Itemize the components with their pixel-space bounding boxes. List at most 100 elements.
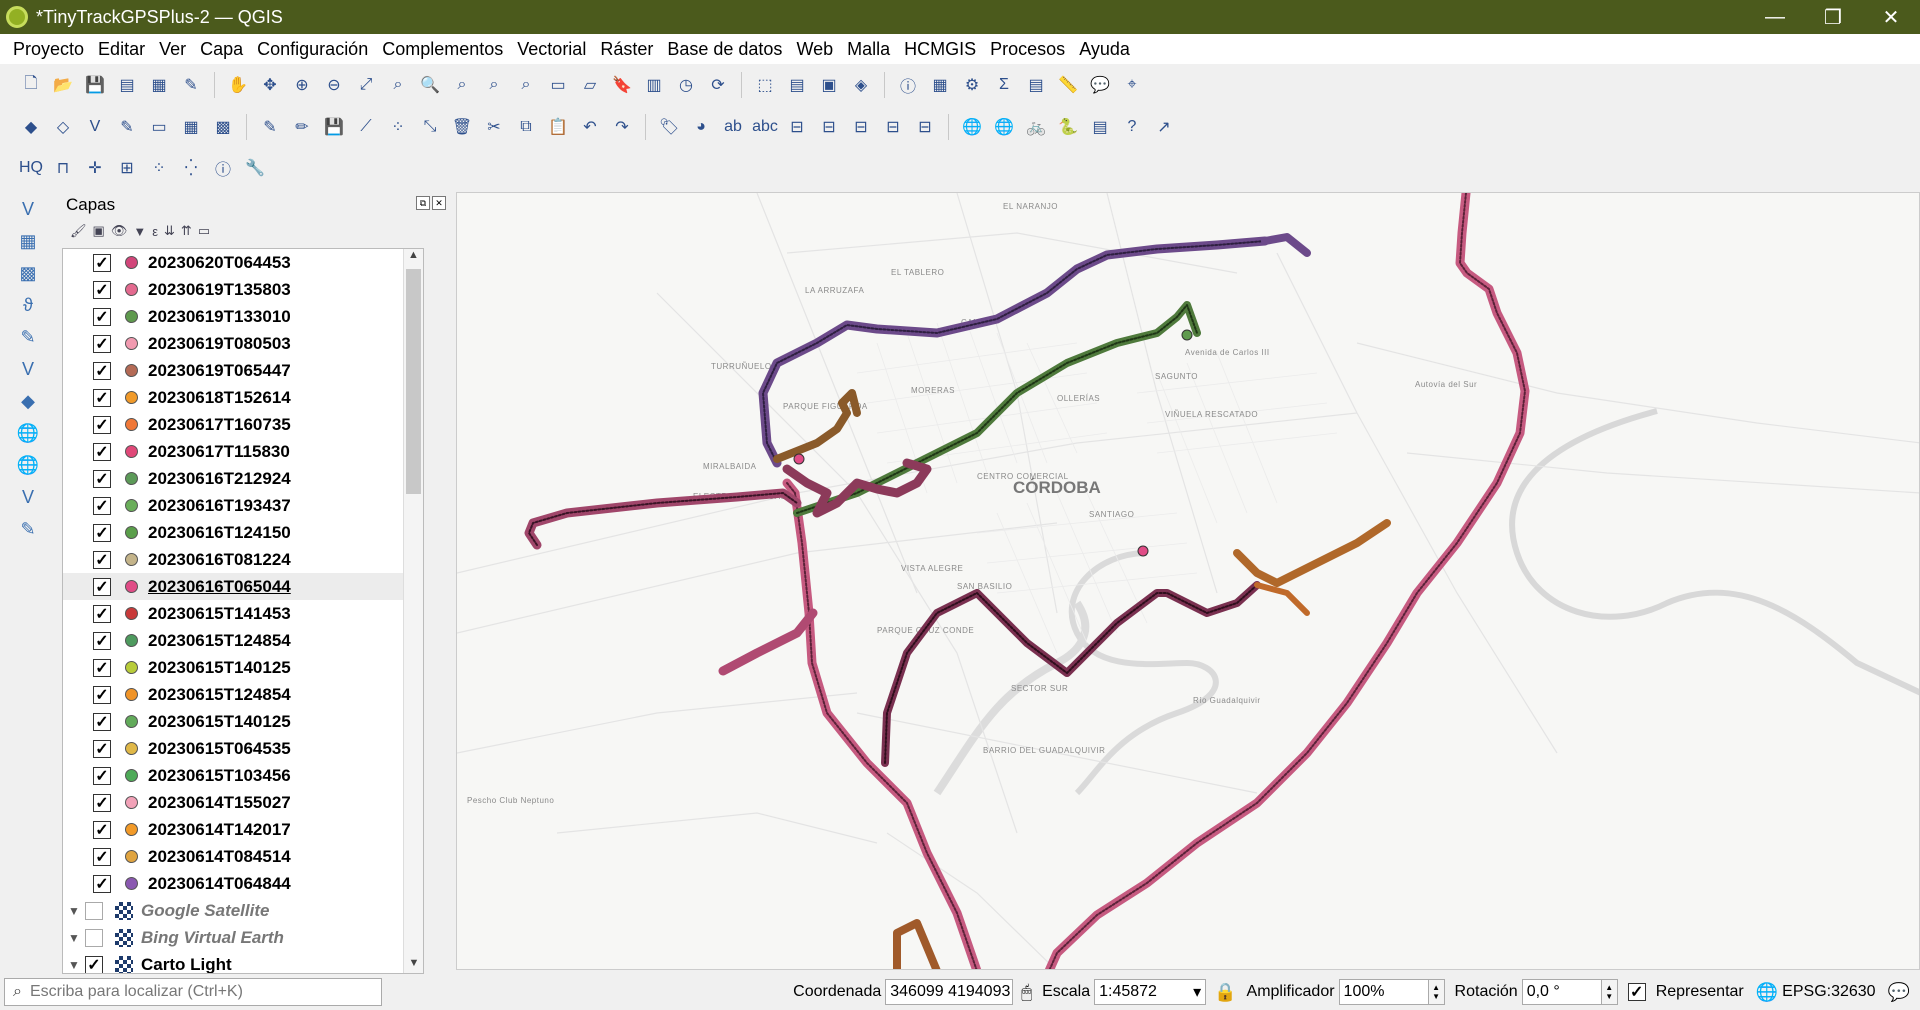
layer-visibility-checkbox[interactable]: ✓ bbox=[93, 253, 111, 272]
menu-procesos[interactable]: Procesos bbox=[983, 39, 1072, 60]
menu-raster[interactable]: Ráster bbox=[593, 39, 660, 60]
collapse-all-icon[interactable]: ⇈ bbox=[181, 223, 192, 239]
pan-to-selection-icon[interactable]: ✥ bbox=[257, 72, 283, 98]
menu-proyecto[interactable]: Proyecto bbox=[6, 39, 91, 60]
scroll-up-icon[interactable]: ▲ bbox=[404, 249, 423, 267]
toggle-labels-icon[interactable]: abc bbox=[752, 114, 778, 140]
layer-visibility-checkbox[interactable]: ✓ bbox=[93, 307, 111, 326]
annotation-icon[interactable]: ⊓ bbox=[50, 155, 76, 181]
layer-row[interactable]: ✓ 20230614T084514 bbox=[63, 843, 423, 870]
deselect-icon[interactable]: ▣ bbox=[816, 72, 842, 98]
zoom-next-icon[interactable]: ⌕ bbox=[513, 72, 539, 98]
layer-visibility-checkbox[interactable]: ✓ bbox=[93, 766, 111, 785]
redo-icon[interactable]: ↷ bbox=[609, 114, 635, 140]
expand-all-icon[interactable]: ⇊ bbox=[164, 223, 175, 239]
layer-visibility-checkbox[interactable]: ✓ bbox=[93, 658, 111, 677]
layer-visibility-checkbox[interactable]: ✓ bbox=[85, 955, 103, 973]
layer-diagram-icon[interactable]: ◕ bbox=[688, 114, 714, 140]
layer-visibility-checkbox[interactable] bbox=[85, 901, 103, 920]
layer-visibility-checkbox[interactable]: ✓ bbox=[93, 820, 111, 839]
layer-row[interactable]: ✓ 20230615T140125 bbox=[63, 654, 423, 681]
map-canvas[interactable]: EL NARANJO EL TABLERO LA ARRUZAFA CAMPO … bbox=[456, 192, 1920, 970]
select-location-icon[interactable]: ◈ bbox=[848, 72, 874, 98]
add-wms-icon[interactable]: 🌐 bbox=[8, 418, 48, 448]
add-wms-layer-icon[interactable]: ▩ bbox=[210, 114, 236, 140]
python-console-icon[interactable]: 🐍 bbox=[1055, 114, 1081, 140]
undo-icon[interactable]: ↶ bbox=[577, 114, 603, 140]
label-toolbar-icon[interactable]: 🏷 bbox=[656, 114, 682, 140]
copy-features-icon[interactable]: ⧉ bbox=[513, 114, 539, 140]
crs-globe-icon[interactable]: 🌐 bbox=[1756, 982, 1778, 1003]
show-hide-labels-icon[interactable]: ⊟ bbox=[816, 114, 842, 140]
vertex-tool-icon[interactable]: ⁘ bbox=[385, 114, 411, 140]
paste-features-icon[interactable]: 📋 bbox=[545, 114, 571, 140]
toggle-editing-icon[interactable]: ✏ bbox=[289, 114, 315, 140]
new-project-icon[interactable]: 🗋 bbox=[18, 72, 44, 98]
layer-row[interactable]: ✓ 20230615T140125 bbox=[63, 708, 423, 735]
layer-row[interactable]: ✓ 20230616T065044 bbox=[63, 573, 423, 600]
highlight-pinned-labels-icon[interactable]: ab bbox=[720, 114, 746, 140]
crs-label[interactable]: EPSG:32630 bbox=[1782, 983, 1875, 1001]
cut-features-icon[interactable]: ✂ bbox=[481, 114, 507, 140]
select-features-icon[interactable]: ⬚ bbox=[752, 72, 778, 98]
digitize-vector-icon[interactable]: V bbox=[8, 194, 48, 224]
layer-row[interactable]: ✓ 20230616T212924 bbox=[63, 465, 423, 492]
layout-manager-icon[interactable]: ▦ bbox=[146, 72, 172, 98]
maximize-button[interactable]: ❐ bbox=[1804, 0, 1862, 34]
data-source-manager-icon[interactable]: ◆ bbox=[18, 114, 44, 140]
new-geopackage-icon[interactable]: ◇ bbox=[50, 114, 76, 140]
layer-visibility-checkbox[interactable] bbox=[85, 928, 103, 947]
measure-line-icon[interactable]: 📏 bbox=[1055, 72, 1081, 98]
add-wfs-icon[interactable]: V bbox=[8, 482, 48, 512]
delete-selected-icon[interactable]: 🗑 bbox=[449, 114, 475, 140]
render-checkbox[interactable]: ✓ bbox=[1627, 983, 1646, 1001]
layer-visibility-checkbox[interactable]: ✓ bbox=[93, 793, 111, 812]
change-label-icon[interactable]: ⊟ bbox=[912, 114, 938, 140]
mouse-toggle-icon[interactable]: 🖱 bbox=[1021, 982, 1032, 1003]
layer-visibility-checkbox[interactable]: ✓ bbox=[93, 280, 111, 299]
layer-visibility-checkbox[interactable]: ✓ bbox=[93, 631, 111, 650]
layer-visibility-checkbox[interactable]: ✓ bbox=[93, 496, 111, 515]
menu-base-de-datos[interactable]: Base de datos bbox=[660, 39, 789, 60]
zoom-in-icon[interactable]: ⊕ bbox=[289, 72, 315, 98]
layer-visibility-checkbox[interactable]: ✓ bbox=[93, 847, 111, 866]
current-edits-icon[interactable]: ✎ bbox=[257, 114, 283, 140]
messages-icon[interactable]: 💬 bbox=[1888, 982, 1910, 1003]
menu-configuracion[interactable]: Configuración bbox=[250, 39, 375, 60]
show-bookmarks-icon[interactable]: ▥ bbox=[641, 72, 667, 98]
expand-icon[interactable]: ▼ bbox=[63, 931, 85, 945]
menu-complementos[interactable]: Complementos bbox=[375, 39, 510, 60]
scale-dropdown-icon[interactable]: ▾ bbox=[1193, 982, 1201, 1002]
scroll-down-icon[interactable]: ▼ bbox=[404, 957, 423, 973]
layer-visibility-checkbox[interactable]: ✓ bbox=[93, 334, 111, 353]
spatial-bookmark-icon[interactable]: 🔖 bbox=[609, 72, 635, 98]
layer-visibility-checkbox[interactable]: ✓ bbox=[93, 442, 111, 461]
zoom-out-icon[interactable]: ⊖ bbox=[321, 72, 347, 98]
layer-row[interactable]: ✓ 20230614T142017 bbox=[63, 816, 423, 843]
layer-row[interactable]: ✓ 20230616T124150 bbox=[63, 519, 423, 546]
layer-tree-scrollbar[interactable]: ▲ ▼ bbox=[403, 249, 423, 973]
pan-map-icon[interactable]: ✋ bbox=[225, 72, 251, 98]
layer-row[interactable]: ✓ 20230615T124854 bbox=[63, 681, 423, 708]
close-panel-icon[interactable]: ✕ bbox=[432, 196, 446, 210]
add-arcgis-icon[interactable]: ✎ bbox=[8, 514, 48, 544]
jump-icon[interactable]: ↗ bbox=[1151, 114, 1177, 140]
layer-row[interactable]: ✓ 20230616T193437 bbox=[63, 492, 423, 519]
magnifier-spin-icon[interactable]: ▲ ▼ bbox=[1428, 979, 1445, 1005]
statistical-summary-icon[interactable]: Σ bbox=[991, 72, 1017, 98]
menu-ver[interactable]: Ver bbox=[152, 39, 193, 60]
map-tips-icon[interactable]: 💬 bbox=[1087, 72, 1113, 98]
layer-row[interactable]: ✓ 20230619T135803 bbox=[63, 276, 423, 303]
layer-row[interactable]: ✓ 20230619T080503 bbox=[63, 330, 423, 357]
zoom-native-icon[interactable]: ⌕ bbox=[449, 72, 475, 98]
layer-row[interactable]: ✓ 20230620T064453 bbox=[63, 249, 423, 276]
basemap-row[interactable]: ▼ ✓ Carto Light bbox=[63, 951, 423, 973]
rotation-field[interactable]: 0,0 ° bbox=[1521, 979, 1602, 1005]
add-mesh-icon[interactable]: ▩ bbox=[8, 258, 48, 288]
add-virtual-icon[interactable]: V bbox=[8, 354, 48, 384]
rotation-spin-icon[interactable]: ▲ ▼ bbox=[1601, 979, 1618, 1005]
layer-visibility-checkbox[interactable]: ✓ bbox=[93, 739, 111, 758]
manage-themes-icon[interactable]: 👁 bbox=[111, 223, 128, 239]
menu-hcmgis[interactable]: HCMGIS bbox=[897, 39, 983, 60]
layer-visibility-checkbox[interactable]: ✓ bbox=[93, 712, 111, 731]
